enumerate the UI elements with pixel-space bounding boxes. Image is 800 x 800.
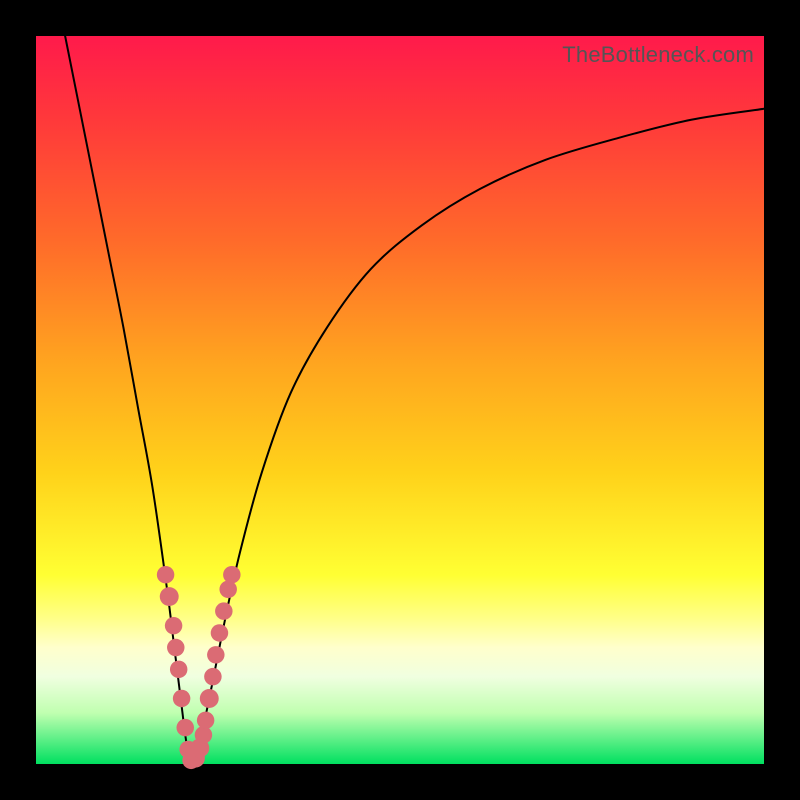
data-marker xyxy=(219,581,236,598)
data-marker xyxy=(173,690,190,707)
chart-frame: TheBottleneck.com xyxy=(0,0,800,800)
plot-area: TheBottleneck.com xyxy=(36,36,764,764)
chart-svg xyxy=(36,36,764,764)
data-marker xyxy=(215,602,232,619)
data-marker xyxy=(165,617,182,634)
marker-cluster xyxy=(157,566,241,769)
data-marker xyxy=(177,719,194,736)
data-marker xyxy=(157,566,174,583)
data-marker xyxy=(167,639,184,656)
data-marker xyxy=(223,566,240,583)
data-marker xyxy=(170,661,187,678)
data-marker xyxy=(204,668,221,685)
data-marker xyxy=(211,624,228,641)
data-marker xyxy=(200,689,219,708)
data-marker xyxy=(160,587,179,606)
data-marker xyxy=(197,712,214,729)
data-marker xyxy=(207,646,224,663)
curve-right-branch xyxy=(193,109,764,764)
